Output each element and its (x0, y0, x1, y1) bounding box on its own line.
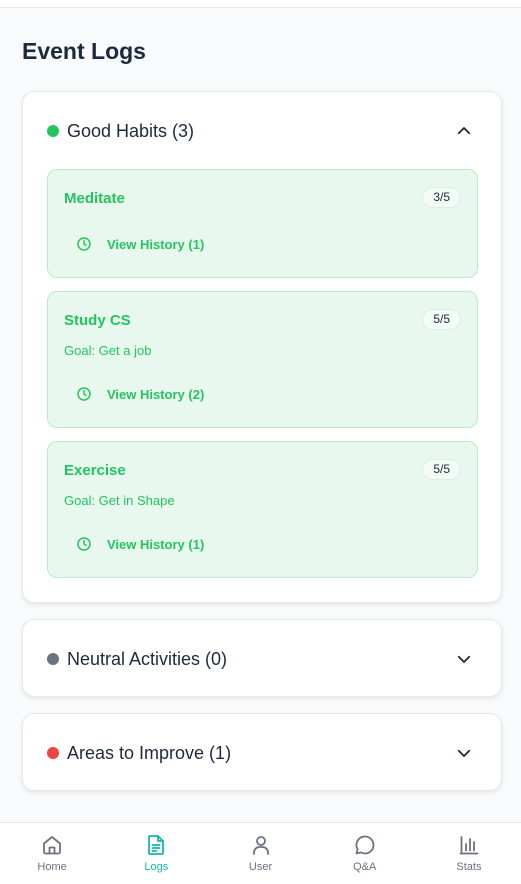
home-icon (43, 836, 61, 855)
view-history-link[interactable]: View History (1) (76, 236, 204, 252)
progress-badge: 5/5 (422, 459, 461, 480)
nav-item-qa[interactable]: Q&A (313, 823, 417, 884)
clock-icon (77, 387, 91, 401)
habit-goal: Goal: Get in Shape (64, 493, 175, 508)
areas-to-improve-header[interactable]: Areas to Improve (1) (23, 714, 501, 792)
good-status-dot (47, 125, 59, 137)
bottom-nav: Home Logs User Q&A Stats (0, 822, 521, 884)
section-title: Areas to Improve (1) (67, 742, 232, 763)
habit-name: Study CS (64, 312, 131, 329)
nav-label: Logs (144, 861, 169, 873)
section-title: Good Habits (3) (67, 120, 195, 141)
neutral-activities-section: Neutral Activities (0) (22, 619, 502, 697)
view-history-label: View History (1) (107, 536, 205, 552)
nav-item-home[interactable]: Home (0, 823, 104, 884)
habit-goal: Goal: Get a job (64, 343, 152, 358)
section-title: Neutral Activities (0) (67, 648, 228, 669)
habit-card-study-cs: Study CS 5/5 Goal: Get a job View Histor… (47, 291, 478, 428)
neutral-status-dot (47, 653, 59, 665)
view-history-link[interactable]: View History (1) (76, 536, 204, 552)
top-bar (0, 0, 521, 8)
chevron-up-icon[interactable] (455, 122, 473, 140)
clock-icon (77, 237, 91, 251)
view-history-label: View History (1) (107, 236, 205, 252)
nav-label: Home (37, 861, 67, 873)
habit-card-meditate: Meditate 3/5 View History (1) (47, 169, 478, 278)
chat-bubble-icon (355, 835, 375, 855)
progress-badge: 3/5 (422, 187, 461, 208)
habit-card-exercise: Exercise 5/5 Goal: Get in Shape View His… (47, 441, 478, 578)
progress-badge: 5/5 (422, 309, 461, 330)
document-icon (148, 835, 165, 855)
improve-status-dot (47, 747, 59, 759)
view-history-link[interactable]: View History (2) (76, 386, 204, 402)
nav-label: Stats (456, 861, 482, 873)
nav-label: Q&A (353, 861, 377, 873)
areas-to-improve-section: Areas to Improve (1) (22, 713, 502, 791)
nav-item-stats[interactable]: Stats (417, 823, 521, 884)
nav-item-user[interactable]: User (208, 823, 312, 884)
nav-label: User (248, 861, 273, 873)
page-title: Event Logs (22, 38, 146, 64)
good-habits-header[interactable]: Good Habits (3) (23, 92, 501, 170)
good-habits-section: Good Habits (3) Meditate 3/5 View Histor… (22, 91, 502, 603)
habit-name: Meditate (64, 190, 125, 207)
habit-name: Exercise (64, 462, 126, 479)
neutral-activities-header[interactable]: Neutral Activities (0) (23, 620, 501, 698)
chevron-down-icon[interactable] (455, 744, 473, 762)
bar-chart-icon (459, 836, 479, 855)
chevron-down-icon[interactable] (455, 650, 473, 668)
user-icon (252, 836, 269, 855)
clock-icon (77, 537, 91, 551)
view-history-label: View History (2) (107, 386, 205, 402)
nav-item-logs[interactable]: Logs (104, 823, 208, 884)
